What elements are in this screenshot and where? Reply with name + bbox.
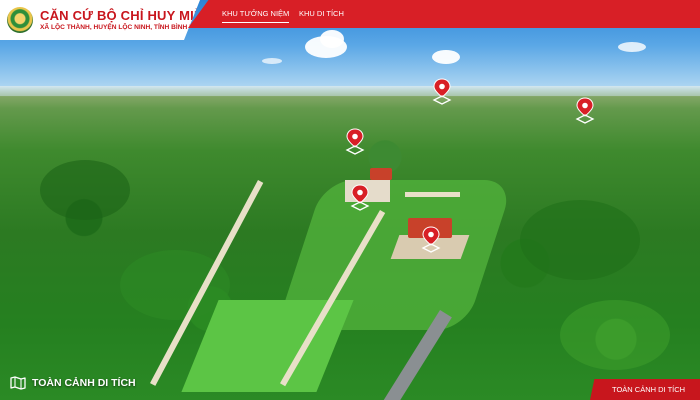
tree-canopy — [520, 200, 640, 280]
map-icon — [10, 376, 26, 390]
hotspot-pin[interactable] — [575, 97, 595, 125]
overview-button[interactable]: TOÀN CẢNH DI TÍCH — [10, 374, 136, 392]
map-pin-icon — [432, 78, 452, 105]
brand-panel[interactable]: CĂN CỨ BỘ CHỈ HUY MIỀN XÃ LỘC THÀNH, HUY… — [0, 0, 200, 40]
horizon-haze — [0, 86, 700, 108]
map-pin-icon — [421, 226, 441, 253]
overview-label: TOÀN CẢNH DI TÍCH — [32, 377, 136, 389]
main-nav: KHU TƯỞNG NIỆM KHU DI TÍCH — [188, 0, 700, 28]
nav-item-khu-tuong-niem[interactable]: KHU TƯỞNG NIỆM — [222, 9, 290, 23]
map-pin-icon — [345, 128, 365, 155]
hotspot-pin[interactable] — [345, 128, 365, 156]
overview-tab-button[interactable]: TOÀN CẢNH DI TÍCH — [590, 379, 700, 400]
nav-item-khu-di-tich[interactable]: KHU DI TÍCH — [299, 9, 344, 18]
cloud — [432, 50, 460, 64]
plaza — [405, 192, 460, 197]
hotspot-pin[interactable] — [432, 78, 452, 106]
site-subtitle: XÃ LỘC THÀNH, HUYỆN LỘC NINH, TỈNH BÌNH … — [40, 24, 215, 31]
tree-canopy — [560, 300, 670, 370]
site-title: CĂN CỨ BỘ CHỈ HUY MIỀN — [40, 8, 213, 23]
hotspot-pin[interactable] — [421, 226, 441, 254]
tree-canopy — [40, 160, 130, 220]
map-pin-icon — [350, 184, 370, 211]
cloud — [618, 42, 646, 52]
map-pin-icon — [575, 97, 595, 124]
temple-roof — [370, 168, 392, 180]
hotspot-pin[interactable] — [350, 184, 370, 212]
cloud — [262, 58, 282, 64]
header: CĂN CỨ BỘ CHỈ HUY MIỀN XÃ LỘC THÀNH, HUY… — [0, 0, 700, 40]
emblem-icon[interactable] — [7, 7, 33, 33]
overview-tab-label: TOÀN CẢNH DI TÍCH — [612, 385, 686, 394]
